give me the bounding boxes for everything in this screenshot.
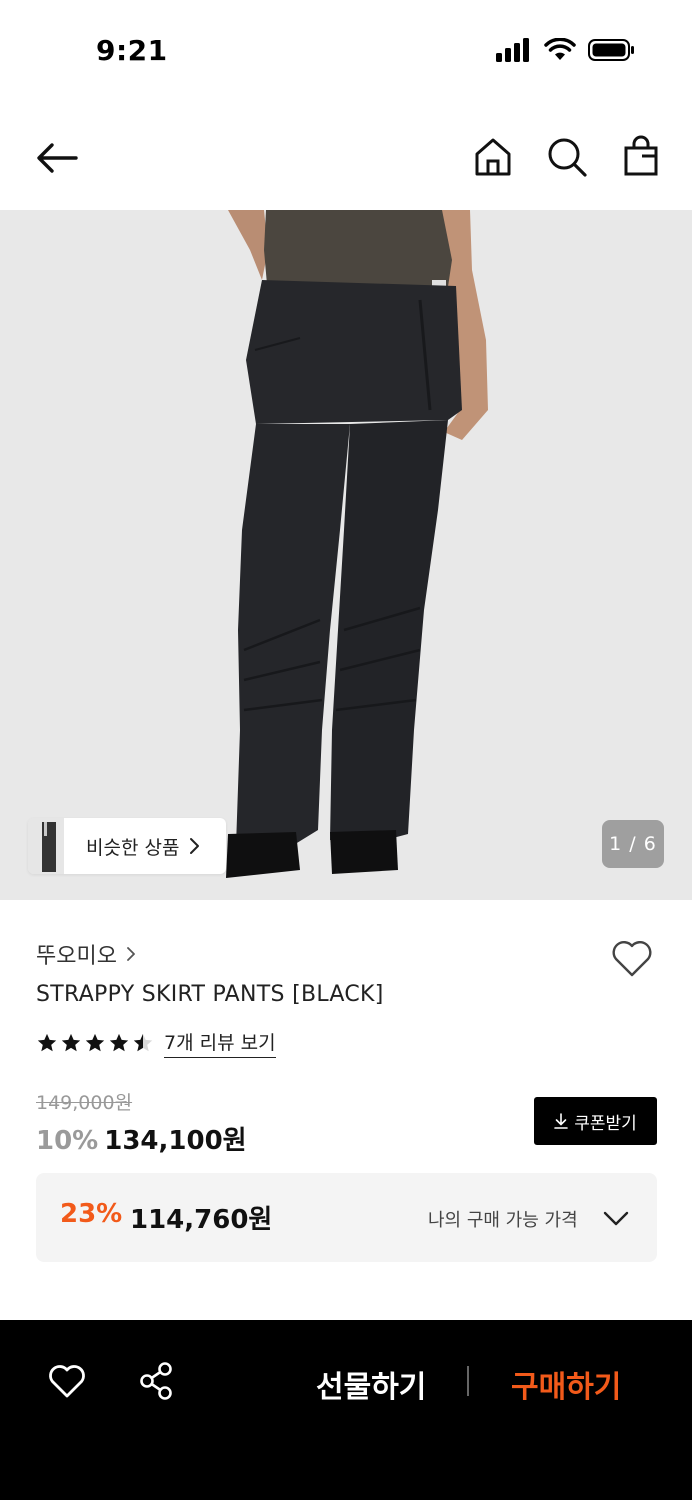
- chevron-right-icon: [190, 838, 200, 854]
- image-page-counter: 1 / 6: [602, 820, 664, 868]
- star-icon: [37, 1033, 57, 1052]
- status-bar: 9:21: [0, 0, 692, 100]
- similar-product-thumbnail: [28, 818, 64, 874]
- star-icon: [109, 1033, 129, 1052]
- arrow-left-icon: [37, 143, 78, 173]
- best-price-value: 114,760원: [130, 1205, 273, 1235]
- review-link[interactable]: 7개 리뷰 보기: [164, 1028, 276, 1058]
- buy-button[interactable]: 구매하기: [511, 1362, 621, 1406]
- price-row: 10% 134,100원: [36, 1120, 247, 1157]
- status-icons: [496, 38, 636, 62]
- brand-link[interactable]: 뚜오미오: [36, 938, 137, 970]
- original-price: 149,000원: [36, 1092, 133, 1114]
- share-button[interactable]: [136, 1360, 178, 1402]
- half-star-icon: [133, 1033, 153, 1052]
- chevron-right-icon: [127, 947, 135, 961]
- download-icon: [554, 1113, 569, 1129]
- top-nav: [0, 110, 692, 206]
- sale-price: 134,100원: [104, 1126, 247, 1156]
- back-button[interactable]: [32, 134, 80, 182]
- cellular-signal-icon: [496, 38, 529, 62]
- star-icon: [85, 1033, 105, 1052]
- search-button[interactable]: [544, 134, 590, 180]
- share-icon: [140, 1362, 172, 1400]
- best-price-panel[interactable]: 23% 114,760원 나의 구매 가능 가격: [36, 1173, 657, 1262]
- product-name: STRAPPY SKIRT PANTS [BLACK]: [36, 982, 384, 1007]
- heart-icon: [49, 1365, 85, 1398]
- discount-rate: 10%: [36, 1126, 99, 1156]
- bottom-action-bar: 선물하기 구매하기: [0, 1320, 692, 1500]
- bottom-wishlist-button[interactable]: [46, 1360, 88, 1402]
- home-icon: [475, 138, 511, 176]
- home-button[interactable]: [470, 134, 516, 180]
- coupon-download-button[interactable]: 쿠폰받기: [534, 1097, 657, 1145]
- wishlist-button[interactable]: [608, 934, 656, 982]
- coupon-label: 쿠폰받기: [574, 1113, 637, 1134]
- brand-name: 뚜오미오: [36, 944, 117, 969]
- similar-products-button[interactable]: 비슷한 상품: [28, 818, 226, 874]
- gift-button[interactable]: 선물하기: [316, 1362, 426, 1406]
- action-divider: [467, 1366, 469, 1396]
- star-icon: [61, 1033, 81, 1052]
- rating-row: 7개 리뷰 보기: [36, 1028, 276, 1058]
- search-icon: [548, 138, 587, 177]
- similar-products-label: 비슷한 상품: [86, 836, 180, 859]
- best-price-label: 나의 구매 가능 가격: [428, 1210, 578, 1231]
- product-image-gallery[interactable]: 비슷한 상품 1 / 6: [0, 210, 692, 900]
- rating-stars: [36, 1032, 154, 1054]
- chevron-down-icon: [603, 1211, 629, 1226]
- product-photo: [0, 210, 692, 900]
- shopping-bag-icon: [624, 135, 658, 176]
- best-price-rate: 23%: [60, 1199, 123, 1229]
- battery-icon: [588, 39, 634, 61]
- cart-button[interactable]: [618, 134, 664, 180]
- wifi-icon: [544, 38, 576, 60]
- heart-icon: [612, 941, 652, 977]
- status-time: 9:21: [96, 34, 168, 67]
